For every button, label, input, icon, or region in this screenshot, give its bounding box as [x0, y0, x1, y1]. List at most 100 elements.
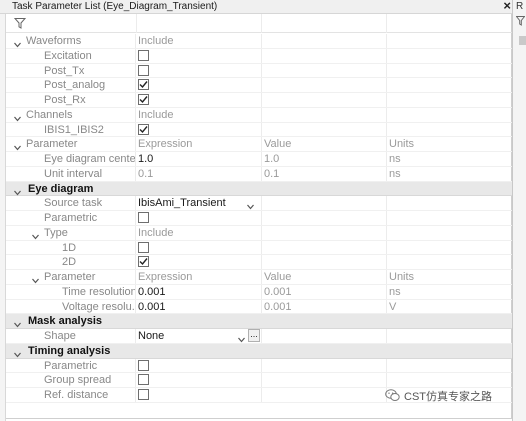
name-cell: Channels [6, 108, 135, 122]
value-cell: None... [136, 329, 261, 343]
value-cell [136, 211, 261, 225]
chevron-down-icon[interactable] [14, 186, 21, 195]
tree-row[interactable]: Mask analysis [6, 314, 512, 329]
checkbox[interactable] [138, 94, 149, 105]
name-cell: IBIS1_IBIS2 [6, 123, 135, 137]
chevron-down-icon[interactable] [14, 38, 21, 48]
parameter-label: Shape [44, 330, 76, 342]
value-cell: 0.001 [136, 285, 261, 299]
name-cell: 2D [6, 255, 135, 269]
value-column-cell: 0.001 [262, 300, 386, 314]
units-cell: Units [387, 137, 507, 151]
column-header: Units [389, 138, 415, 151]
value-column-cell: Value [262, 137, 386, 151]
tree-row[interactable]: Parameter Expression Value Units [6, 137, 512, 152]
grid-divider [261, 225, 262, 240]
units-cell: ns [387, 167, 507, 181]
grid-divider [261, 358, 262, 373]
grid-divider [261, 78, 262, 92]
chevron-down-icon[interactable] [14, 318, 21, 328]
tree-row[interactable]: 1D [6, 240, 512, 256]
tree-row[interactable]: Shape None... [6, 329, 512, 344]
name-cell: Shape [6, 329, 135, 343]
watermark-text: CST仿真专家之路 [404, 391, 492, 403]
tree-row[interactable]: Timing analysis [6, 343, 512, 359]
filter-icon[interactable] [515, 16, 526, 29]
close-icon[interactable]: × [503, 0, 511, 13]
value-column-cell: Value [262, 270, 386, 284]
parameter-label: Source task [44, 197, 103, 210]
checkbox[interactable] [138, 241, 149, 253]
checkbox[interactable] [138, 389, 149, 400]
column-header: Value [264, 271, 292, 283]
checkbox[interactable] [138, 79, 149, 91]
select-value: None [138, 330, 165, 342]
right-pane: R [512, 0, 526, 421]
tree-row[interactable]: Group spread [6, 373, 512, 388]
checkbox[interactable] [138, 256, 149, 268]
tree-row[interactable]: Post_Tx [6, 63, 512, 79]
tree-row[interactable]: Parametric [6, 358, 512, 374]
grid-divider [261, 122, 262, 137]
tree-row[interactable]: Waveforms Include [6, 34, 512, 49]
name-cell: Parameter [6, 270, 135, 284]
parameter-label: Post_Rx [44, 94, 86, 106]
expression-field: 0.1 [138, 167, 154, 180]
name-cell: Time resolution [6, 285, 135, 299]
name-cell: Unit interval [6, 167, 135, 181]
tree-row[interactable]: 2D [6, 255, 512, 270]
parameter-label: Ref. distance [44, 389, 109, 401]
value-cell: Expression [136, 137, 261, 151]
units-cell: V [387, 300, 507, 314]
tree-row[interactable]: Parameter Expression Value Units [6, 270, 512, 285]
name-cell: Post_analog [6, 78, 135, 92]
tree-row[interactable]: Parametric [6, 211, 512, 226]
tree-row[interactable]: Channels Include [6, 107, 512, 123]
tree-row[interactable]: Eye diagram [6, 181, 512, 197]
checkbox[interactable] [138, 64, 149, 76]
chevron-down-icon[interactable] [14, 348, 21, 358]
tree-row[interactable]: Time resolution 0.001 0.001 ns [6, 284, 512, 300]
chevron-down-icon[interactable] [14, 112, 21, 122]
value-cell: Expression [136, 270, 261, 284]
chevron-down-icon[interactable] [32, 230, 39, 240]
expression-field[interactable]: 1.0 [138, 152, 153, 166]
tree-row[interactable]: Source task IbisAmi_Transient [6, 196, 512, 211]
chevron-down-icon [247, 200, 254, 210]
chevron-down-icon[interactable] [14, 141, 21, 151]
checkbox[interactable] [138, 359, 149, 371]
checkbox[interactable] [138, 123, 149, 135]
section-header-label: Mask analysis [28, 315, 102, 328]
grid-divider [261, 48, 262, 63]
select-value: IbisAmi_Transient [138, 197, 226, 210]
ellipsis-button[interactable]: ... [248, 329, 260, 342]
filter-icon[interactable] [13, 17, 27, 29]
task-parameter-panel: Waveforms Include Excitation Post_Tx Post_an… [6, 14, 512, 419]
chevron-down-icon[interactable] [32, 274, 39, 284]
column-header: Units [389, 271, 415, 283]
tree-row[interactable]: Unit interval 0.1 0.1 ns [6, 166, 512, 182]
tree-row[interactable]: IBIS1_IBIS2 [6, 122, 512, 138]
parameter-label: Group spread [44, 374, 112, 387]
scrollbar-thumb[interactable] [519, 36, 526, 45]
expression-field[interactable]: 0.001 [138, 285, 166, 299]
tree-row[interactable]: Excitation [6, 48, 512, 64]
parameter-label: Excitation [44, 49, 92, 62]
tree-row[interactable]: Post_Rx [6, 93, 512, 108]
tree-row[interactable]: Type Include [6, 225, 512, 241]
parameter-label: Eye diagram center [44, 153, 135, 165]
filter-row [6, 14, 512, 33]
parameter-label: Parametric [44, 359, 98, 372]
group-label: Waveforms [26, 35, 82, 47]
tree-row[interactable]: Voltage resolu... 0.001 0.001 V [6, 299, 512, 315]
checkbox[interactable] [138, 49, 149, 61]
checkbox[interactable] [138, 212, 149, 223]
group-label: Parameter [44, 271, 96, 283]
tree-row[interactable]: Post_analog [6, 78, 512, 93]
grid-divider [261, 240, 262, 255]
checkbox[interactable] [138, 374, 149, 386]
grid-divider [386, 78, 387, 92]
expression-field[interactable]: 0.001 [138, 300, 166, 314]
tree-row[interactable]: Eye diagram center 1.0 1.0 ns [6, 152, 512, 167]
column-header: Include [138, 226, 174, 239]
